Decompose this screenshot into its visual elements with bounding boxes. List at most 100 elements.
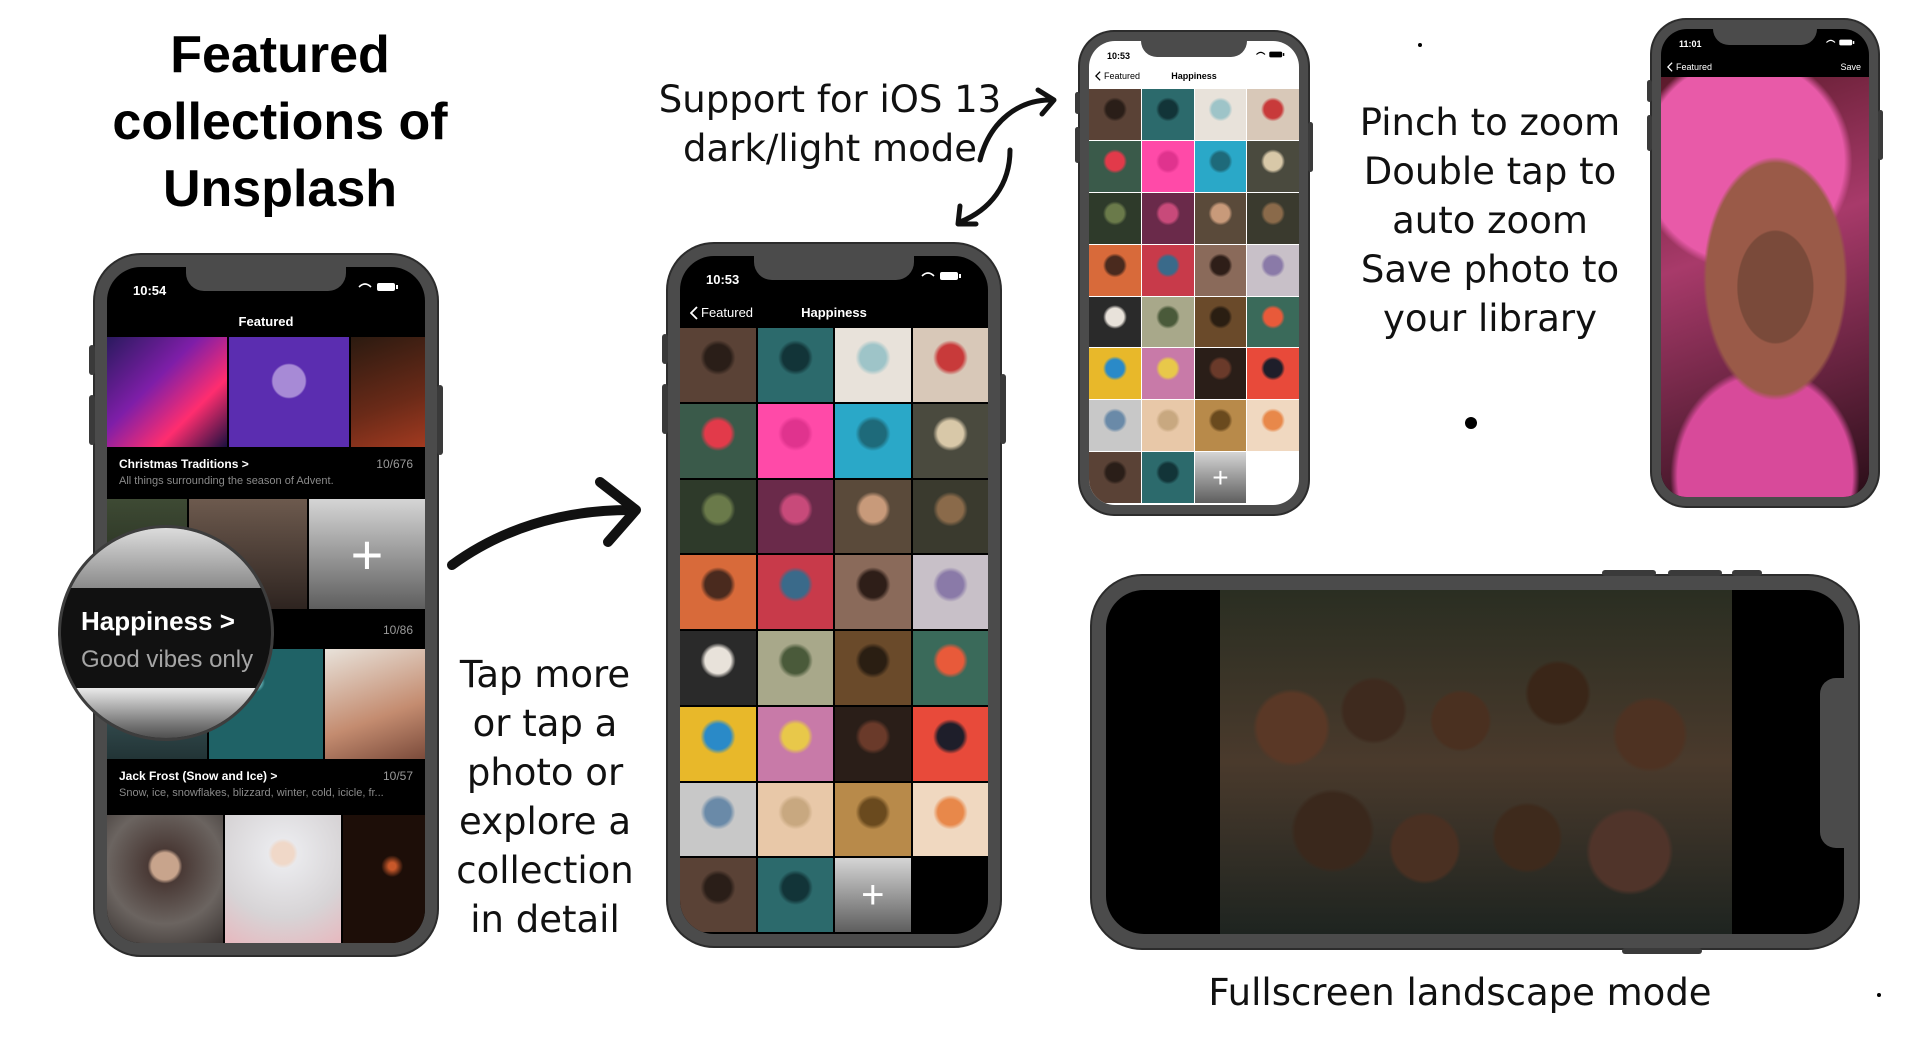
photo[interactable] — [225, 815, 341, 943]
back-label: Featured — [1676, 62, 1713, 72]
collection-preview[interactable] — [107, 815, 425, 943]
photo[interactable] — [1194, 192, 1247, 244]
photo[interactable] — [1089, 452, 1141, 503]
photo[interactable] — [912, 782, 988, 857]
photo[interactable] — [912, 706, 988, 781]
photo[interactable] — [1247, 244, 1299, 296]
photo[interactable] — [325, 649, 425, 759]
photo[interactable] — [1141, 192, 1194, 244]
photo[interactable] — [757, 858, 833, 932]
photo[interactable] — [680, 479, 756, 554]
photo[interactable] — [1247, 348, 1299, 400]
photo[interactable] — [835, 555, 911, 629]
more-button[interactable]: + — [835, 858, 911, 932]
empty-tile — [1247, 452, 1299, 503]
photo[interactable] — [835, 328, 911, 402]
collection-description: Snow, ice, snowflakes, blizzard, winter,… — [119, 787, 384, 799]
full-photo[interactable] — [1661, 77, 1869, 497]
photo[interactable] — [1194, 296, 1247, 348]
photo[interactable] — [1194, 89, 1247, 140]
photo[interactable] — [1194, 400, 1247, 452]
photo[interactable] — [1089, 400, 1141, 452]
photo[interactable] — [912, 479, 988, 554]
caption-line: Pinch to zoom — [1359, 101, 1621, 144]
screen: 10:53 Featured Happiness + — [1089, 41, 1299, 505]
magnified-photo — [61, 528, 271, 588]
photo[interactable] — [1141, 400, 1194, 452]
photo-grid: + — [680, 328, 988, 932]
photo[interactable] — [1141, 296, 1194, 348]
collection-count: 10/57 — [382, 769, 413, 783]
photo[interactable] — [1141, 452, 1194, 503]
save-button[interactable]: Save — [1840, 62, 1861, 72]
side-button — [1075, 127, 1080, 163]
photo[interactable] — [757, 782, 833, 857]
photo[interactable] — [757, 328, 833, 402]
photo[interactable] — [680, 858, 756, 932]
collection-name[interactable]: Jack Frost (Snow and Ice) > — [119, 769, 277, 783]
photo[interactable] — [835, 631, 911, 705]
photo[interactable] — [1141, 140, 1194, 192]
full-photo[interactable] — [1220, 590, 1732, 934]
photo[interactable] — [680, 403, 756, 478]
photo[interactable] — [680, 706, 756, 781]
photo[interactable] — [835, 403, 911, 478]
photo[interactable] — [1194, 140, 1247, 192]
photo[interactable] — [1194, 244, 1247, 296]
more-button[interactable]: + — [1194, 452, 1247, 503]
collection-preview[interactable] — [107, 337, 425, 447]
photo[interactable] — [1089, 296, 1141, 348]
photo[interactable] — [343, 815, 425, 943]
status-time: 11:01 — [1679, 39, 1702, 49]
collection-name[interactable]: Christmas Traditions > — [119, 457, 249, 471]
photo[interactable] — [757, 403, 833, 478]
photo[interactable] — [1247, 400, 1299, 452]
photo[interactable] — [351, 337, 425, 447]
side-button — [1602, 570, 1656, 576]
photo[interactable] — [757, 479, 833, 554]
headline-line-3: Unsplash — [162, 160, 398, 218]
photo[interactable] — [680, 328, 756, 402]
caption-line: or tap a — [472, 702, 618, 745]
photo[interactable] — [835, 479, 911, 554]
photo[interactable] — [1141, 89, 1194, 140]
dot — [1418, 43, 1422, 47]
back-button[interactable]: Featured — [1667, 62, 1712, 72]
photo[interactable] — [912, 631, 988, 705]
photo[interactable] — [1089, 348, 1141, 400]
photo[interactable] — [1089, 89, 1141, 140]
more-button[interactable]: + — [309, 499, 425, 609]
photo[interactable] — [757, 706, 833, 781]
photo[interactable] — [912, 328, 988, 402]
status-time: 10:54 — [133, 283, 167, 298]
photo[interactable] — [680, 782, 756, 857]
collection-row[interactable]: Jack Frost (Snow and Ice) > 10/57 Snow, … — [107, 759, 425, 815]
photo[interactable] — [1089, 244, 1141, 296]
dot — [1465, 417, 1477, 429]
photo[interactable] — [835, 706, 911, 781]
photo[interactable] — [757, 631, 833, 705]
photo[interactable] — [1247, 89, 1299, 140]
collection-row[interactable]: Christmas Traditions > 10/676 All things… — [107, 447, 425, 499]
photo[interactable] — [680, 631, 756, 705]
photo[interactable] — [1247, 192, 1299, 244]
photo[interactable] — [680, 555, 756, 629]
photo[interactable] — [835, 782, 911, 857]
photo[interactable] — [1141, 348, 1194, 400]
photo[interactable] — [912, 555, 988, 629]
photo[interactable] — [1194, 348, 1247, 400]
caption-tap-more: Tap more or tap a photo or explore a col… — [440, 650, 650, 944]
photo[interactable] — [912, 403, 988, 478]
caption-line: in detail — [470, 898, 620, 941]
photo[interactable] — [757, 555, 833, 629]
photo[interactable] — [107, 815, 223, 943]
photo[interactable] — [1247, 296, 1299, 348]
photo[interactable] — [1247, 140, 1299, 192]
photo[interactable] — [1141, 244, 1194, 296]
photo[interactable] — [229, 337, 349, 447]
photo[interactable] — [107, 337, 227, 447]
photo[interactable] — [1089, 140, 1141, 192]
photo[interactable] — [1089, 192, 1141, 244]
caption-zoom: Pinch to zoom Double tap to auto zoom Sa… — [1330, 98, 1650, 343]
status-time: 10:53 — [1107, 51, 1131, 61]
